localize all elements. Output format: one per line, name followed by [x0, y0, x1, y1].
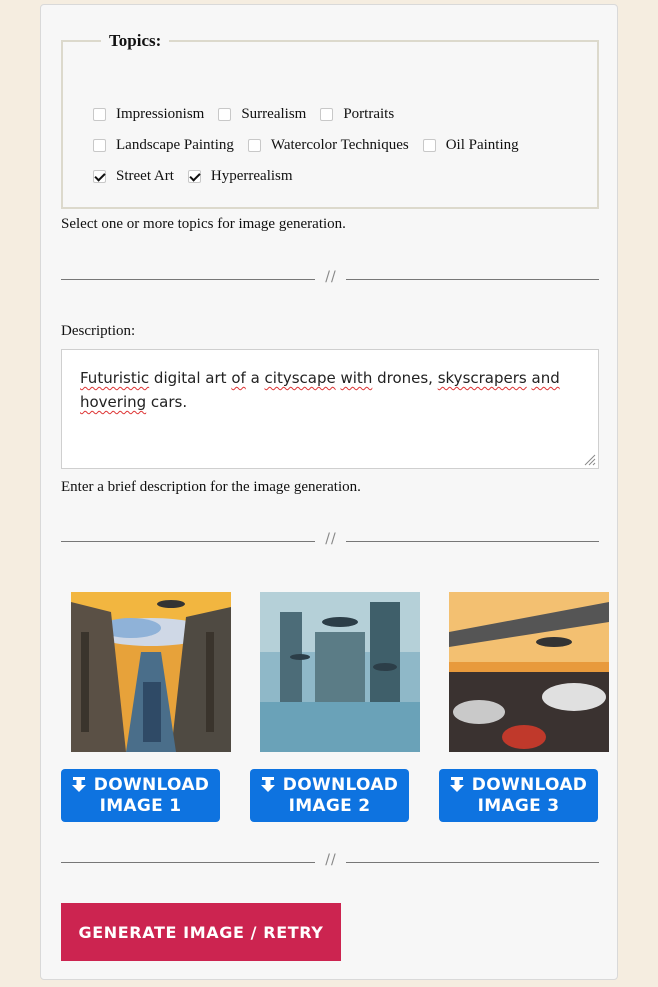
surrealism-checkbox[interactable]: [218, 108, 232, 121]
generated-image-3: [449, 592, 609, 752]
section-separator: //: [61, 269, 599, 286]
topic-label: Impressionism: [116, 106, 205, 122]
street-art-checkbox[interactable]: [93, 170, 106, 183]
description-value: Futuristic digital art of a cityscape wi…: [80, 369, 560, 411]
oil-painting-checkbox[interactable]: [422, 139, 436, 152]
download-image-1-button[interactable]: DOWNLOAD IMAGE 1: [61, 769, 220, 822]
topic-label: Street Art: [116, 168, 174, 184]
generated-image-2: [260, 592, 420, 752]
topics-fieldset: Topics: Impressionism Surrealism Portrai…: [61, 31, 599, 209]
download-image-3-button[interactable]: DOWNLOAD IMAGE 3: [439, 769, 598, 822]
impressionism-checkbox[interactable]: [93, 108, 106, 121]
topic-watercolor-techniques[interactable]: Watercolor Techniques: [247, 137, 409, 154]
topic-label: Surrealism: [241, 106, 307, 122]
section-separator: //: [61, 531, 599, 548]
hyperrealism-checkbox[interactable]: [187, 170, 201, 183]
download-icon: [449, 777, 464, 792]
resize-handle-icon[interactable]: [584, 454, 596, 466]
topics-list: Impressionism Surrealism Portraits Lands…: [93, 99, 573, 192]
topic-oil-painting[interactable]: Oil Painting: [422, 137, 519, 154]
watercolor-techniques-checkbox[interactable]: [247, 139, 261, 152]
topic-impressionism[interactable]: Impressionism: [93, 106, 204, 123]
topic-label: Watercolor Techniques: [270, 137, 409, 153]
topic-landscape-painting[interactable]: Landscape Painting: [93, 137, 234, 154]
description-label: Description:: [61, 323, 136, 339]
download-image-2-button[interactable]: DOWNLOAD IMAGE 2: [250, 769, 409, 822]
description-textarea[interactable]: Futuristic digital art of a cityscape wi…: [61, 349, 599, 469]
topic-surrealism[interactable]: Surrealism: [218, 106, 306, 123]
description-hint: Enter a brief description for the image …: [61, 479, 361, 495]
landscape-painting-checkbox[interactable]: [93, 139, 106, 152]
topics-legend: Topics:: [109, 31, 162, 50]
topics-hint: Select one or more topics for image gene…: [61, 216, 346, 232]
generate-button[interactable]: GENERATE IMAGE / RETRY: [61, 903, 341, 961]
download-icon: [71, 777, 86, 792]
topic-label: Portraits: [343, 106, 395, 122]
topic-label: Landscape Painting: [116, 137, 234, 153]
section-separator: //: [61, 852, 599, 869]
topic-street-art[interactable]: Street Art: [93, 168, 174, 185]
topic-label: Oil Painting: [445, 137, 519, 153]
topic-portraits[interactable]: Portraits: [320, 106, 394, 123]
generator-panel: Topics: Impressionism Surrealism Portrai…: [40, 4, 618, 980]
download-icon: [260, 777, 275, 792]
topic-label: Hyperrealism: [210, 168, 293, 184]
topic-hyperrealism[interactable]: Hyperrealism: [187, 168, 293, 185]
portraits-checkbox[interactable]: [320, 108, 334, 121]
generated-image-1: [71, 592, 231, 752]
